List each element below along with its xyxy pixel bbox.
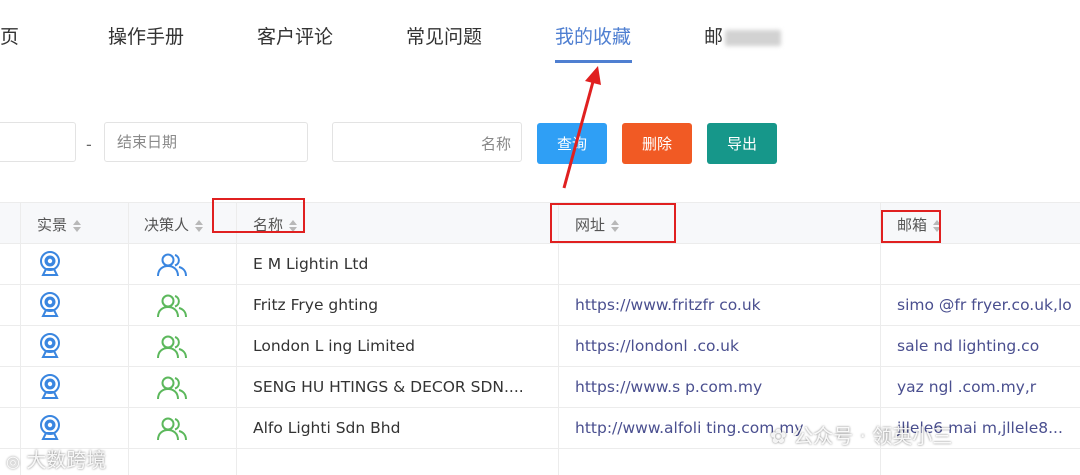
- date-range-separator: -: [86, 135, 92, 154]
- company-name: Fritz Frye ghting: [253, 296, 379, 314]
- annotation-box-email: [881, 210, 941, 243]
- email-value: sale nd lighting.co: [897, 337, 1040, 355]
- watermark-left-text: 大数跨境: [26, 448, 107, 472]
- annotation-box-website: [550, 203, 676, 243]
- camera-icon[interactable]: [38, 374, 62, 400]
- company-name: SENG HU HTINGS & DECOR SDN....: [253, 378, 524, 396]
- camera-icon[interactable]: [38, 333, 62, 359]
- annotation-box-name: [212, 198, 305, 233]
- email-value: simo @fr fryer.co.uk,lo: [897, 296, 1072, 314]
- name-search-label: 名称: [480, 135, 511, 153]
- watermark-right: ✿ 公众号 · 领英小三: [770, 420, 952, 449]
- decision-maker-icon[interactable]: [156, 293, 188, 319]
- annotation-arrow-icon: [562, 66, 601, 189]
- website-link[interactable]: https://www.s p.com.my: [575, 378, 762, 396]
- decision-maker-icon[interactable]: [156, 334, 188, 360]
- decision-maker-icon[interactable]: [156, 375, 188, 401]
- watermark-logo-icon: ◎: [6, 452, 20, 471]
- header-decision-maker[interactable]: 决策人: [144, 214, 204, 235]
- table-row: SENG HU HTINGS & DECOR SDN.... https://w…: [0, 367, 1080, 408]
- tab-mail[interactable]: 邮: [704, 22, 782, 49]
- tab-reviews[interactable]: 客户评论: [257, 22, 333, 49]
- top-nav: 页 操作手册 客户评论 常见问题 我的收藏 邮: [0, 0, 1080, 66]
- tab-manual[interactable]: 操作手册: [108, 22, 184, 49]
- table-row: London L ing Limited https://londonl .co…: [0, 326, 1080, 367]
- tab-home[interactable]: 页: [0, 22, 19, 49]
- delete-button[interactable]: 删除: [622, 123, 692, 164]
- start-date-input[interactable]: [0, 122, 76, 162]
- sort-icon[interactable]: [73, 219, 82, 232]
- table-row: Fritz Frye ghting https://www.fritzfr co…: [0, 285, 1080, 326]
- company-name: Alfo Lighti Sdn Bhd: [253, 419, 401, 437]
- header-photo[interactable]: 实景: [37, 214, 82, 235]
- decision-maker-icon[interactable]: [156, 252, 188, 278]
- company-name: London L ing Limited: [253, 337, 416, 355]
- sort-icon[interactable]: [195, 219, 204, 232]
- website-link[interactable]: https://londonl .co.uk: [575, 337, 739, 355]
- camera-icon[interactable]: [38, 415, 62, 441]
- decision-maker-icon[interactable]: [156, 416, 188, 442]
- name-search-field[interactable]: 名称: [332, 122, 522, 162]
- email-value: yaz ngl .com.my,r: [897, 378, 1037, 396]
- watermark-left: ◎ 大数跨境: [6, 444, 106, 473]
- tab-faq[interactable]: 常见问题: [406, 22, 482, 49]
- wechat-icon: ✿: [770, 424, 787, 448]
- camera-icon[interactable]: [38, 292, 62, 318]
- header-photo-label: 实景: [37, 216, 68, 234]
- website-link[interactable]: https://www.fritzfr co.uk: [575, 296, 761, 314]
- company-name: E M Lightin Ltd: [253, 255, 369, 273]
- end-date-input[interactable]: [105, 123, 307, 161]
- table-row: E M Lightin Ltd: [0, 244, 1080, 285]
- redaction-blur: [725, 29, 782, 46]
- camera-icon[interactable]: [38, 251, 62, 277]
- watermark-right-text: 公众号 · 领英小三: [793, 424, 953, 448]
- end-date-field[interactable]: [104, 122, 308, 162]
- tab-mail-label: 邮: [704, 26, 724, 48]
- header-decision-maker-label: 决策人: [144, 216, 190, 234]
- export-button[interactable]: 导出: [707, 123, 777, 164]
- tab-favorites[interactable]: 我的收藏: [555, 22, 631, 49]
